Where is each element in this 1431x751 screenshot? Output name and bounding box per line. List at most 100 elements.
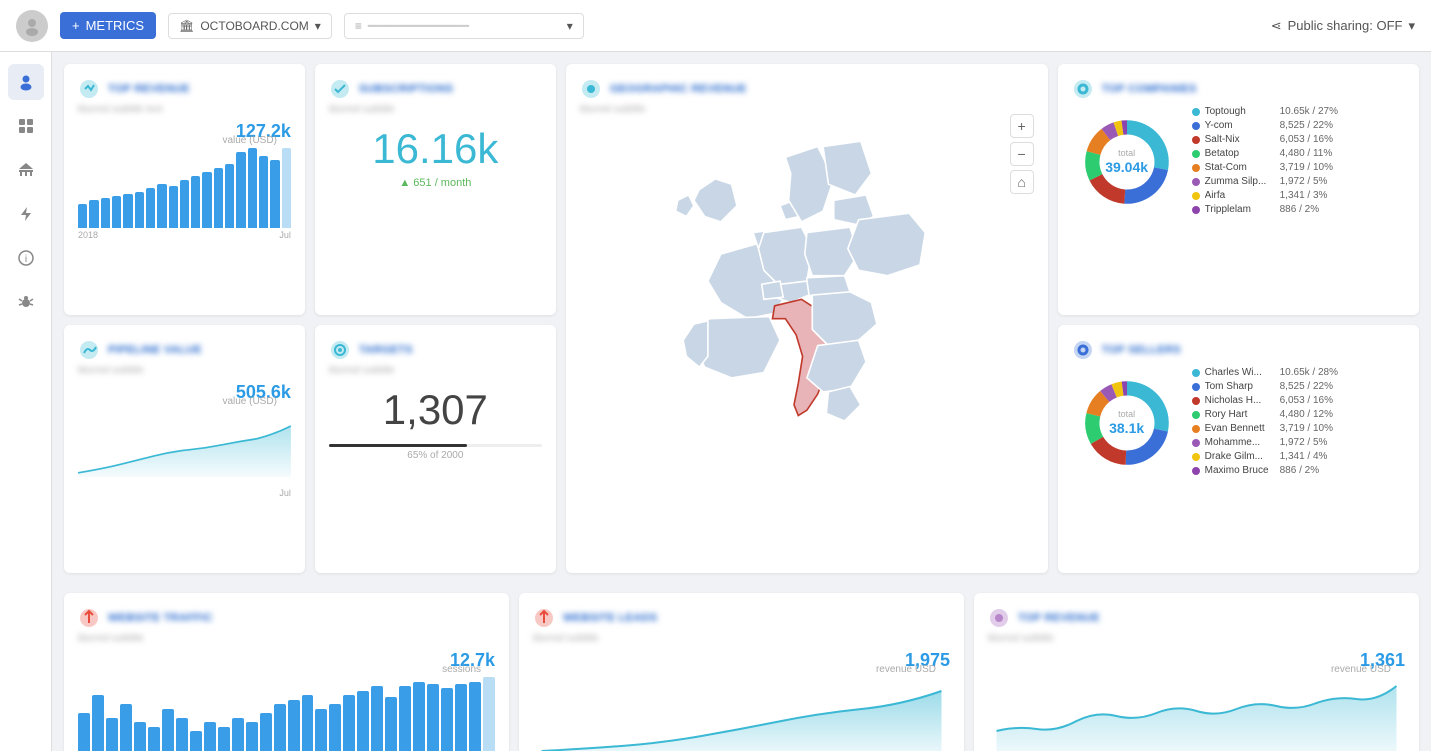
user-avatar[interactable] (16, 10, 48, 42)
traffic-icon (78, 607, 100, 629)
bar-item (202, 172, 211, 228)
card-subtitle: blurred subtitle (329, 104, 542, 115)
legend-name: Toptough (1205, 106, 1275, 117)
filter-dropdown[interactable]: ≡ ━━━━━━━━━━━━━━ ▾ (344, 13, 584, 39)
x-labels: Jul (78, 488, 291, 498)
legend-name: Betatop (1205, 148, 1275, 159)
big-number-sub: ▲ 651 / month (329, 177, 542, 189)
donut-total-label: total (1105, 148, 1148, 159)
plus-icon: + (72, 18, 80, 33)
bar-item (214, 168, 223, 228)
sidebar-item-bank[interactable] (8, 152, 44, 188)
gauge-bar (329, 444, 542, 447)
legend-name: Zumma Silp... (1205, 176, 1275, 187)
traffic-bar-item (162, 709, 174, 751)
card-subtitle: blurred subtitle text (78, 104, 291, 115)
legend-item: Toptough 10.65k / 27% (1192, 106, 1405, 117)
legend-name: Mohammе... (1205, 437, 1275, 448)
bar-item (78, 204, 87, 228)
traffic-bar-item (441, 688, 453, 751)
sidebar-item-lightning[interactable] (8, 196, 44, 232)
bar-item (135, 192, 144, 228)
legend-item: Airfa 1,341 / 3% (1192, 190, 1405, 201)
sessions-value: 12.7k (78, 650, 495, 671)
zoom-in-button[interactable]: + (1010, 114, 1034, 138)
legend-dot (1192, 439, 1200, 447)
legend-values: 6,053 / 16% (1280, 134, 1333, 145)
traffic-bar-item (246, 722, 258, 751)
card-header: TOP COMPANIES (1072, 78, 1405, 100)
traffic-bar-item (120, 704, 132, 751)
sidebar-item-dashboard[interactable] (8, 108, 44, 144)
revenue-label: revenue USD (876, 664, 936, 675)
bar-item (236, 152, 245, 228)
card-subtitle: blurred subtitle (580, 104, 1034, 115)
legend-dot (1192, 108, 1200, 116)
org-selector[interactable]: 🏛 OCTOBOARD.COM ▾ (168, 13, 332, 39)
card-title: TOP REVENUE (1018, 612, 1100, 624)
card-subtitle: blurred subtitle (988, 633, 1405, 644)
donut-chart: total 39.04k (1072, 107, 1182, 217)
donut-chart2: total 38.1k (1072, 368, 1182, 478)
legend-dot (1192, 467, 1200, 475)
legend-item: Stat-Com 3,719 / 10% (1192, 162, 1405, 173)
traffic-bar-item (92, 695, 104, 751)
traffic-bar-item (302, 695, 314, 751)
legend-item: Maximo Bruce 886 / 2% (1192, 465, 1405, 476)
sidebar-item-info[interactable]: i (8, 240, 44, 276)
legend-dot (1192, 136, 1200, 144)
legend-name: Tripplelam (1205, 204, 1275, 215)
legend-item: Salt-Nix 6,053 / 16% (1192, 134, 1405, 145)
legend-values: 10.65k / 27% (1280, 106, 1338, 117)
home-button[interactable]: ⌂ (1010, 170, 1034, 194)
card-header: SUBSCRIPTIONS (329, 78, 542, 100)
bottom-row: WEBSITE TRAFFIC blurred subtitle session… (64, 593, 1419, 751)
traffic-bar-item (483, 677, 495, 751)
legend-values: 1,972 / 5% (1280, 176, 1328, 187)
bar-chart (78, 148, 291, 228)
traffic-bar-item (357, 691, 369, 751)
big-number: 16.16k (329, 125, 542, 173)
card-header: TOP SELLERS (1072, 339, 1405, 361)
donut-segment (1089, 174, 1125, 204)
traffic-bar-item (427, 684, 439, 751)
chevron-down-icon3: ▾ (1408, 18, 1415, 34)
subscriptions-card: SUBSCRIPTIONS blurred subtitle 16.16k ▲ … (315, 64, 556, 315)
card-icon (78, 78, 100, 100)
arrow-icon: ▲ (399, 177, 410, 189)
card-title: TOP REVENUE (108, 83, 190, 95)
traffic-bar-item (399, 686, 411, 751)
legend-item: Rory Hart 4,480 / 12% (1192, 409, 1405, 420)
sharing-control[interactable]: ⋖ Public sharing: OFF ▾ (1271, 18, 1415, 34)
legend-values: 3,719 / 10% (1280, 162, 1333, 173)
sidebar-item-bug[interactable] (8, 284, 44, 320)
sidebar-item-profile[interactable] (8, 64, 44, 100)
revenue2-icon (988, 607, 1010, 629)
bar-item (191, 176, 200, 228)
card-title: PIPELINE VALUE (108, 344, 202, 356)
traffic-bar-item (469, 682, 481, 751)
legend-name: Evan Bennett (1205, 423, 1275, 434)
chart-label: value (USD) (222, 396, 276, 407)
traffic-bar-item (148, 727, 160, 751)
traffic-bar-item (106, 718, 118, 751)
traffic-bar-item (274, 704, 286, 751)
website-leads-card: WEBSITE LEADS blurred subtitle revenue U… (519, 593, 964, 751)
legend-values: 1,341 / 3% (1280, 190, 1328, 201)
card-header: WEBSITE TRAFFIC (78, 607, 495, 629)
website-traffic-card: WEBSITE TRAFFIC blurred subtitle session… (64, 593, 509, 751)
bar-item (112, 196, 121, 228)
legend-values: 4,480 / 12% (1280, 409, 1333, 420)
chevron-down-icon: ▾ (315, 19, 321, 33)
legend-values: 3,719 / 10% (1280, 423, 1333, 434)
legend-name: Maximo Bruce (1205, 465, 1275, 476)
legend-dot (1192, 425, 1200, 433)
legend-item: Betatop 4,480 / 11% (1192, 148, 1405, 159)
bar-item (169, 186, 178, 228)
traffic-bar-item (343, 695, 355, 751)
card-header: GEOGRAPHIC REVENUE (580, 78, 1034, 100)
zoom-out-button[interactable]: − (1010, 142, 1034, 166)
pipeline-card: PIPELINE VALUE blurred subtitle value (U… (64, 325, 305, 573)
traffic-bar-item (176, 718, 188, 751)
add-metrics-button[interactable]: + METRICS (60, 12, 156, 39)
